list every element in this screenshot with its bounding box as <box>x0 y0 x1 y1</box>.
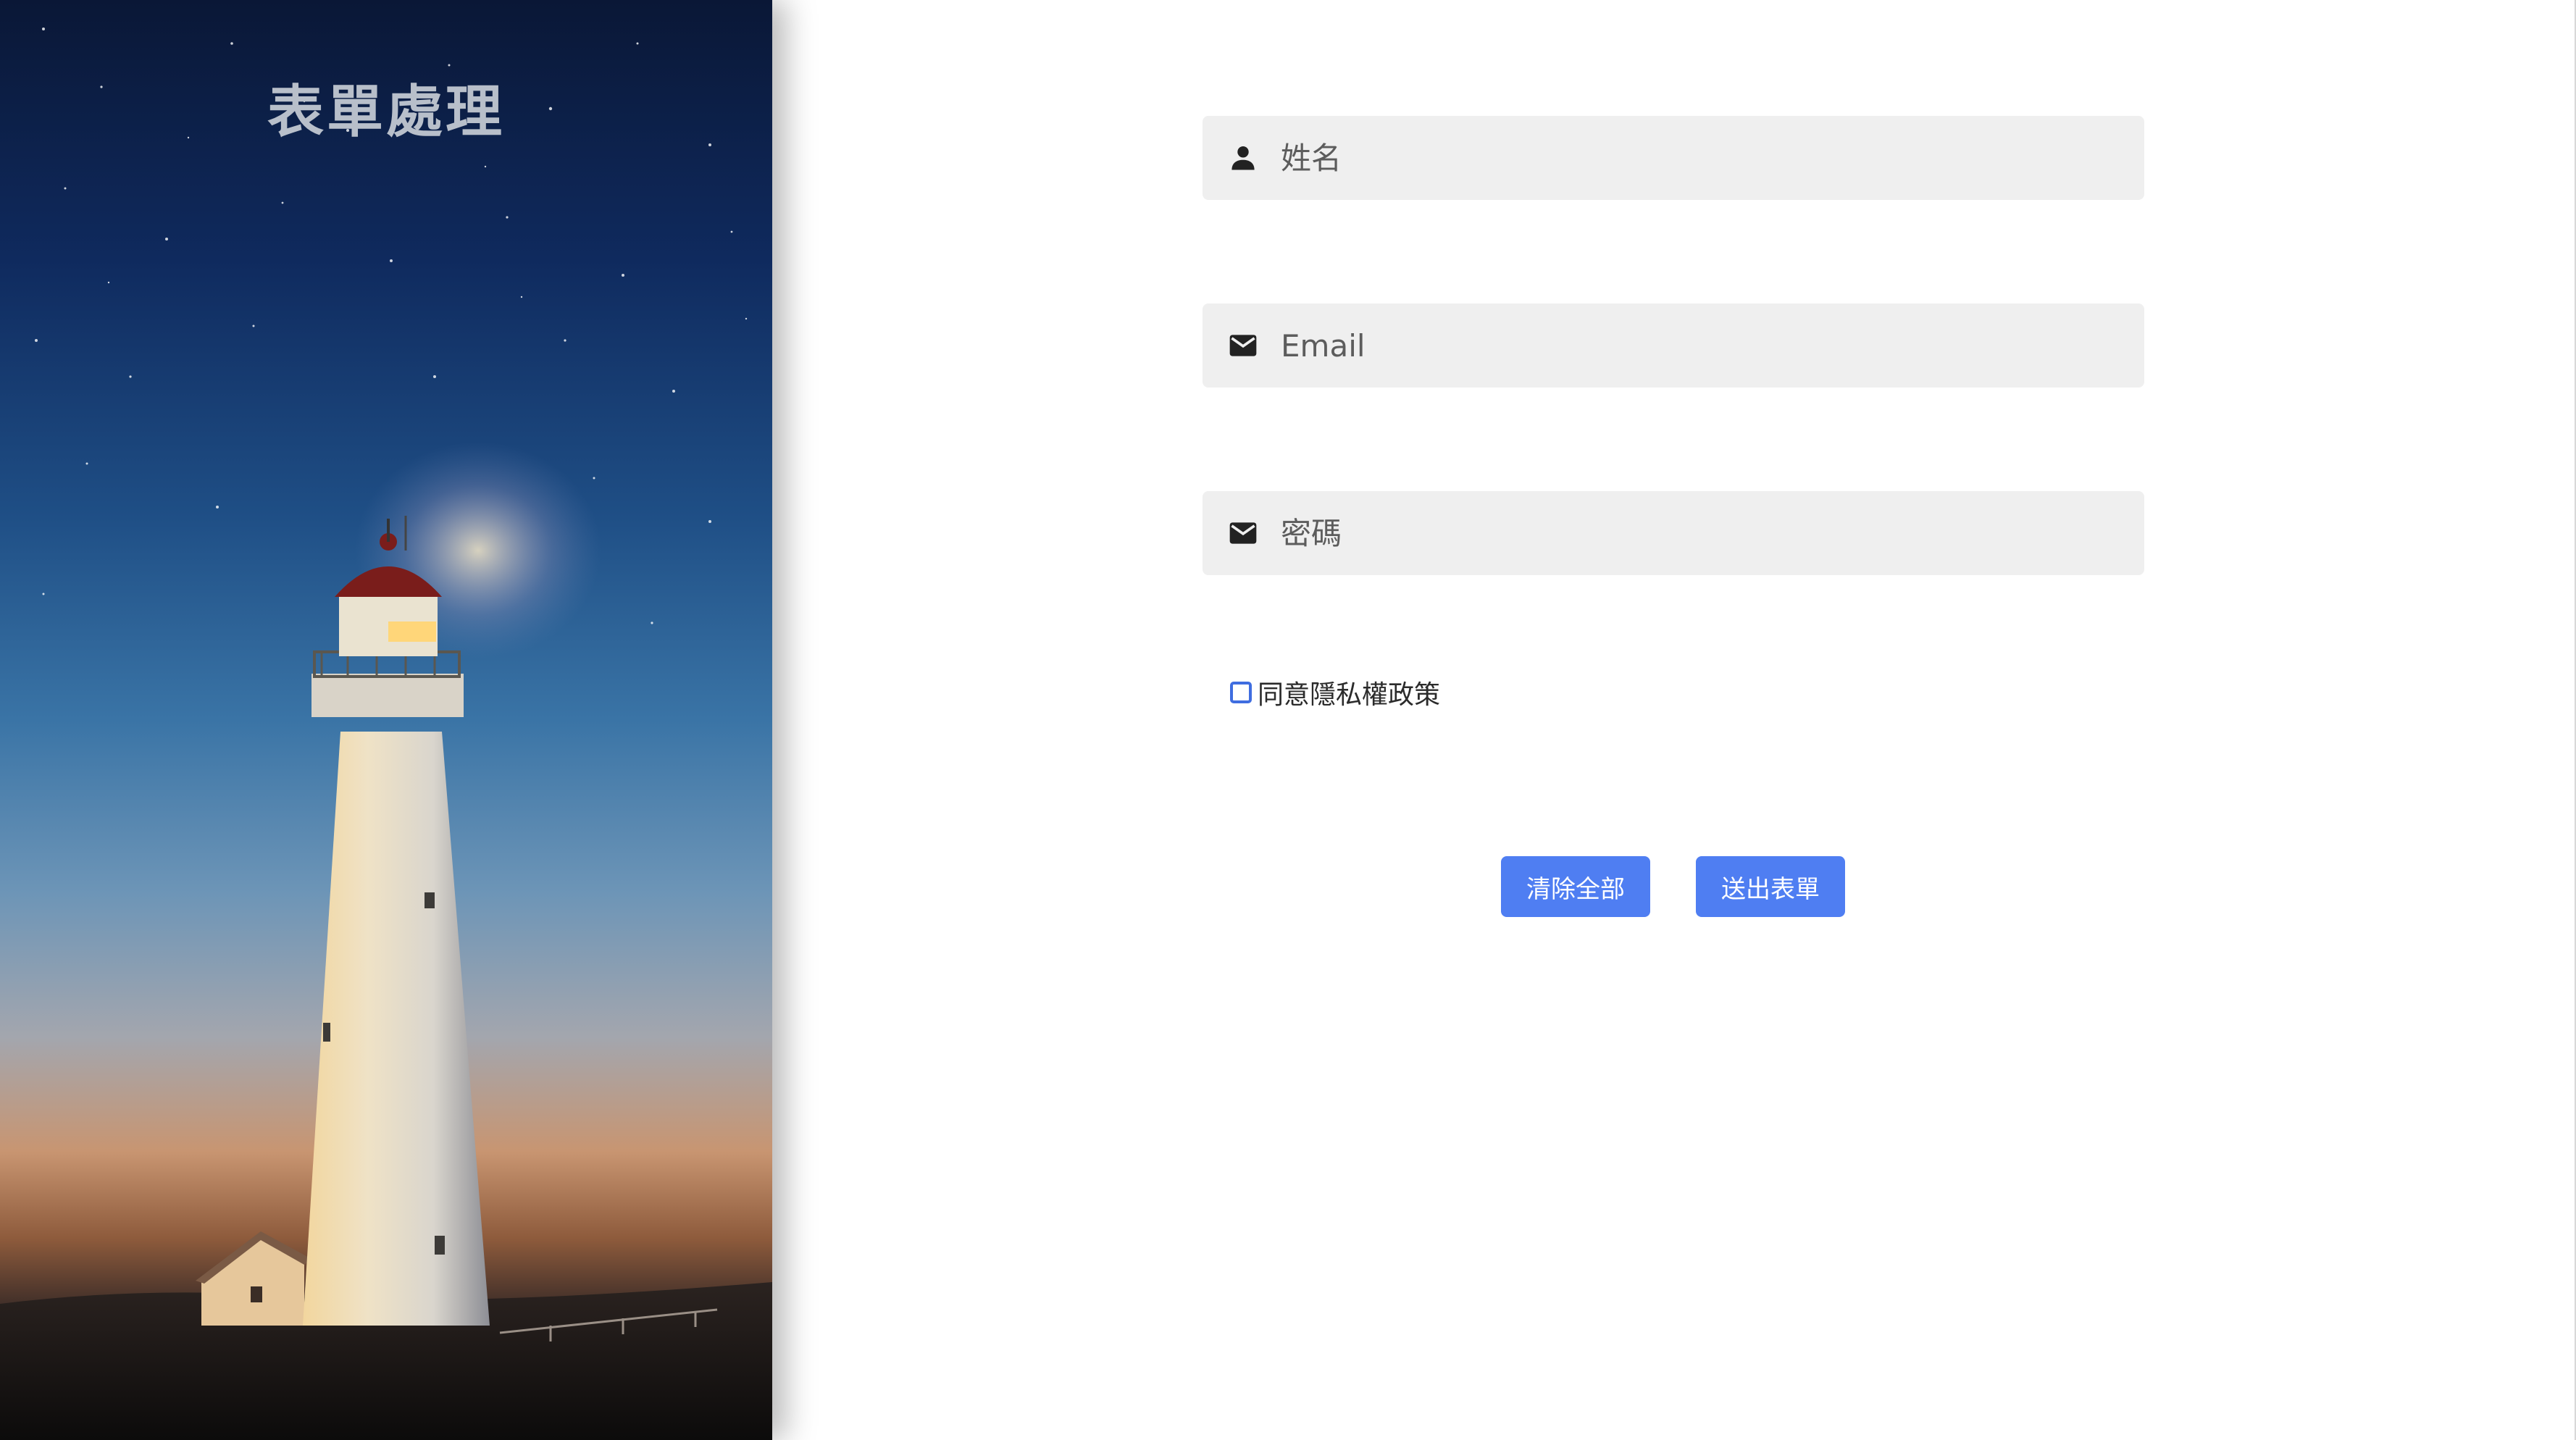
submit-form-button[interactable]: 送出表單 <box>1696 856 1845 917</box>
house <box>196 1231 311 1326</box>
hero-panel: 表單處理 <box>0 0 772 1440</box>
privacy-label: 同意隱私權政策 <box>1258 680 1441 710</box>
email-field <box>1203 304 2144 388</box>
name-input[interactable] <box>1281 116 2121 200</box>
mail-icon <box>1229 522 1257 544</box>
password-input[interactable] <box>1281 491 2121 575</box>
page-root: 表單處理 同意隱私權政策 <box>0 0 2576 1440</box>
password-field <box>1203 491 2144 575</box>
email-input[interactable] <box>1281 304 2121 388</box>
name-field <box>1203 116 2144 200</box>
form-area: 同意隱私權政策 清除全部 送出表單 <box>772 0 2576 1440</box>
privacy-agree[interactable]: 同意隱私權政策 <box>1230 674 1440 711</box>
person-icon <box>1231 146 1255 170</box>
privacy-checkbox[interactable] <box>1230 682 1252 703</box>
page-title: 表單處理 <box>267 80 505 145</box>
mail-icon <box>1229 335 1257 356</box>
lighthouse-illustration <box>0 28 772 1440</box>
clear-all-button[interactable]: 清除全部 <box>1501 856 1650 917</box>
